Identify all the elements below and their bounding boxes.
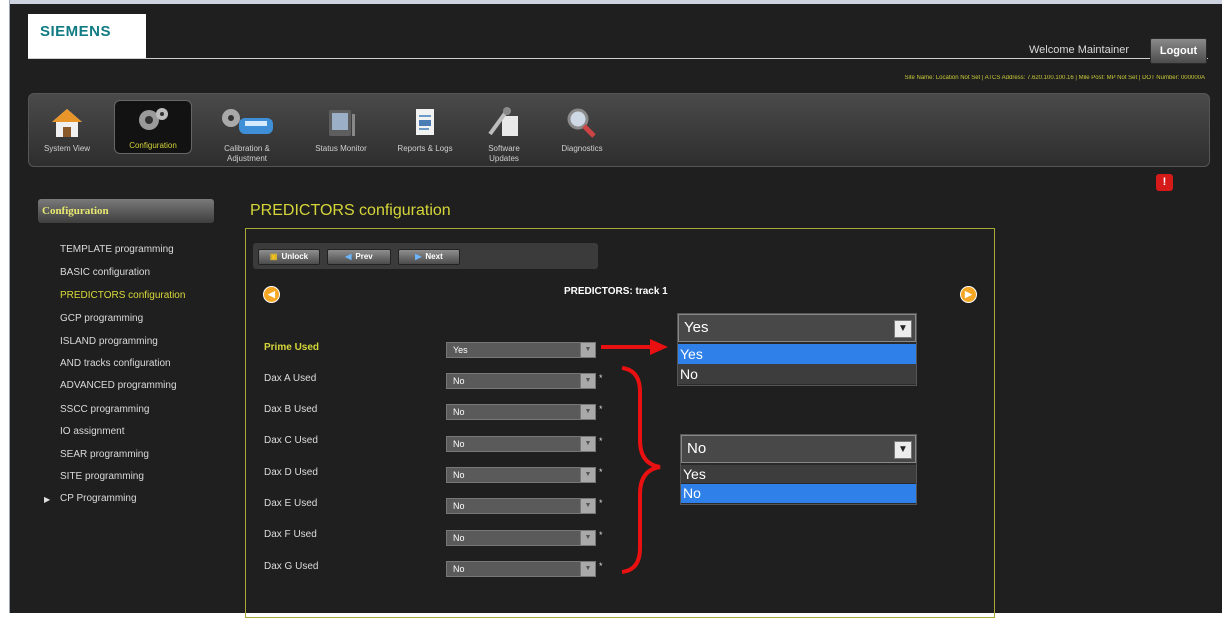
dax-dropdown-select[interactable]: No ▼: [681, 435, 916, 463]
red-brace-annotation: [621, 366, 661, 574]
dropdown-option-yes[interactable]: Yes: [678, 344, 916, 364]
dax-dropdown-callout: No ▼ Yes No: [680, 434, 917, 505]
prime-dropdown-callout: Yes ▼ Yes No: [677, 313, 917, 386]
dropdown-option-yes[interactable]: Yes: [681, 465, 916, 483]
dropdown-value: Yes: [684, 319, 709, 336]
red-arrow-annotation: [601, 339, 668, 355]
chevron-down-icon[interactable]: ▼: [894, 320, 912, 338]
chevron-down-icon[interactable]: ▼: [894, 441, 912, 459]
dropdown-option-no[interactable]: No: [681, 484, 916, 503]
dropdown-value: No: [687, 440, 707, 457]
annotation-overlay: [601, 339, 668, 574]
dropdown-option-no[interactable]: No: [678, 364, 916, 384]
prime-dropdown-select[interactable]: Yes ▼: [678, 314, 916, 342]
